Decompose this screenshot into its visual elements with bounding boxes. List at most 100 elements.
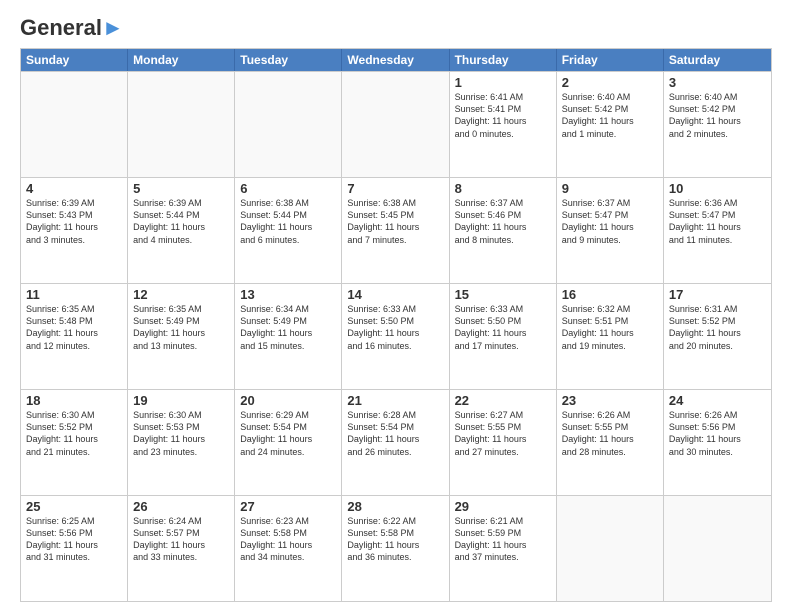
header-friday: Friday: [557, 49, 664, 71]
calendar-cell: [557, 496, 664, 601]
header-monday: Monday: [128, 49, 235, 71]
calendar-cell: 4Sunrise: 6:39 AM Sunset: 5:43 PM Daylig…: [21, 178, 128, 283]
calendar: SundayMondayTuesdayWednesdayThursdayFrid…: [20, 48, 772, 602]
calendar-cell: 18Sunrise: 6:30 AM Sunset: 5:52 PM Dayli…: [21, 390, 128, 495]
calendar-cell: 10Sunrise: 6:36 AM Sunset: 5:47 PM Dayli…: [664, 178, 771, 283]
cell-day-number: 20: [240, 393, 336, 408]
calendar-cell: 29Sunrise: 6:21 AM Sunset: 5:59 PM Dayli…: [450, 496, 557, 601]
cell-day-number: 3: [669, 75, 766, 90]
calendar-cell: 8Sunrise: 6:37 AM Sunset: 5:46 PM Daylig…: [450, 178, 557, 283]
cell-info: Sunrise: 6:29 AM Sunset: 5:54 PM Dayligh…: [240, 409, 336, 458]
cell-info: Sunrise: 6:28 AM Sunset: 5:54 PM Dayligh…: [347, 409, 443, 458]
cell-day-number: 23: [562, 393, 658, 408]
calendar-cell: [342, 72, 449, 177]
calendar-cell: 12Sunrise: 6:35 AM Sunset: 5:49 PM Dayli…: [128, 284, 235, 389]
cell-day-number: 15: [455, 287, 551, 302]
cell-info: Sunrise: 6:30 AM Sunset: 5:52 PM Dayligh…: [26, 409, 122, 458]
calendar-body: 1Sunrise: 6:41 AM Sunset: 5:41 PM Daylig…: [21, 71, 771, 601]
calendar-cell: 22Sunrise: 6:27 AM Sunset: 5:55 PM Dayli…: [450, 390, 557, 495]
calendar-cell: 5Sunrise: 6:39 AM Sunset: 5:44 PM Daylig…: [128, 178, 235, 283]
cell-day-number: 25: [26, 499, 122, 514]
cell-day-number: 22: [455, 393, 551, 408]
cell-info: Sunrise: 6:37 AM Sunset: 5:47 PM Dayligh…: [562, 197, 658, 246]
calendar-header: SundayMondayTuesdayWednesdayThursdayFrid…: [21, 49, 771, 71]
cell-day-number: 16: [562, 287, 658, 302]
cell-day-number: 21: [347, 393, 443, 408]
cell-day-number: 10: [669, 181, 766, 196]
calendar-cell: [21, 72, 128, 177]
cell-info: Sunrise: 6:21 AM Sunset: 5:59 PM Dayligh…: [455, 515, 551, 564]
cell-info: Sunrise: 6:40 AM Sunset: 5:42 PM Dayligh…: [669, 91, 766, 140]
logo: General►: [20, 16, 124, 40]
calendar-row-1: 4Sunrise: 6:39 AM Sunset: 5:43 PM Daylig…: [21, 177, 771, 283]
cell-day-number: 8: [455, 181, 551, 196]
cell-info: Sunrise: 6:33 AM Sunset: 5:50 PM Dayligh…: [347, 303, 443, 352]
cell-day-number: 28: [347, 499, 443, 514]
cell-info: Sunrise: 6:26 AM Sunset: 5:55 PM Dayligh…: [562, 409, 658, 458]
cell-info: Sunrise: 6:33 AM Sunset: 5:50 PM Dayligh…: [455, 303, 551, 352]
cell-info: Sunrise: 6:38 AM Sunset: 5:44 PM Dayligh…: [240, 197, 336, 246]
cell-day-number: 7: [347, 181, 443, 196]
header-sunday: Sunday: [21, 49, 128, 71]
cell-info: Sunrise: 6:35 AM Sunset: 5:49 PM Dayligh…: [133, 303, 229, 352]
calendar-row-4: 25Sunrise: 6:25 AM Sunset: 5:56 PM Dayli…: [21, 495, 771, 601]
cell-day-number: 12: [133, 287, 229, 302]
header-wednesday: Wednesday: [342, 49, 449, 71]
calendar-cell: 24Sunrise: 6:26 AM Sunset: 5:56 PM Dayli…: [664, 390, 771, 495]
header: General►: [20, 16, 772, 40]
cell-info: Sunrise: 6:25 AM Sunset: 5:56 PM Dayligh…: [26, 515, 122, 564]
cell-day-number: 19: [133, 393, 229, 408]
cell-info: Sunrise: 6:27 AM Sunset: 5:55 PM Dayligh…: [455, 409, 551, 458]
page: General► SundayMondayTuesdayWednesdayThu…: [0, 0, 792, 612]
logo-text: General►: [20, 16, 124, 40]
calendar-cell: 15Sunrise: 6:33 AM Sunset: 5:50 PM Dayli…: [450, 284, 557, 389]
calendar-row-2: 11Sunrise: 6:35 AM Sunset: 5:48 PM Dayli…: [21, 283, 771, 389]
cell-day-number: 18: [26, 393, 122, 408]
cell-info: Sunrise: 6:35 AM Sunset: 5:48 PM Dayligh…: [26, 303, 122, 352]
calendar-cell: 3Sunrise: 6:40 AM Sunset: 5:42 PM Daylig…: [664, 72, 771, 177]
cell-info: Sunrise: 6:41 AM Sunset: 5:41 PM Dayligh…: [455, 91, 551, 140]
cell-day-number: 14: [347, 287, 443, 302]
cell-info: Sunrise: 6:31 AM Sunset: 5:52 PM Dayligh…: [669, 303, 766, 352]
calendar-cell: 17Sunrise: 6:31 AM Sunset: 5:52 PM Dayli…: [664, 284, 771, 389]
cell-info: Sunrise: 6:34 AM Sunset: 5:49 PM Dayligh…: [240, 303, 336, 352]
cell-day-number: 6: [240, 181, 336, 196]
calendar-cell: 20Sunrise: 6:29 AM Sunset: 5:54 PM Dayli…: [235, 390, 342, 495]
calendar-row-3: 18Sunrise: 6:30 AM Sunset: 5:52 PM Dayli…: [21, 389, 771, 495]
calendar-cell: [664, 496, 771, 601]
cell-info: Sunrise: 6:37 AM Sunset: 5:46 PM Dayligh…: [455, 197, 551, 246]
calendar-cell: 11Sunrise: 6:35 AM Sunset: 5:48 PM Dayli…: [21, 284, 128, 389]
cell-day-number: 4: [26, 181, 122, 196]
calendar-cell: 21Sunrise: 6:28 AM Sunset: 5:54 PM Dayli…: [342, 390, 449, 495]
cell-info: Sunrise: 6:24 AM Sunset: 5:57 PM Dayligh…: [133, 515, 229, 564]
calendar-cell: 26Sunrise: 6:24 AM Sunset: 5:57 PM Dayli…: [128, 496, 235, 601]
header-saturday: Saturday: [664, 49, 771, 71]
calendar-cell: 28Sunrise: 6:22 AM Sunset: 5:58 PM Dayli…: [342, 496, 449, 601]
cell-info: Sunrise: 6:39 AM Sunset: 5:43 PM Dayligh…: [26, 197, 122, 246]
cell-day-number: 29: [455, 499, 551, 514]
calendar-cell: 2Sunrise: 6:40 AM Sunset: 5:42 PM Daylig…: [557, 72, 664, 177]
cell-day-number: 27: [240, 499, 336, 514]
cell-day-number: 9: [562, 181, 658, 196]
cell-info: Sunrise: 6:30 AM Sunset: 5:53 PM Dayligh…: [133, 409, 229, 458]
cell-day-number: 13: [240, 287, 336, 302]
calendar-cell: 25Sunrise: 6:25 AM Sunset: 5:56 PM Dayli…: [21, 496, 128, 601]
cell-day-number: 5: [133, 181, 229, 196]
calendar-cell: 9Sunrise: 6:37 AM Sunset: 5:47 PM Daylig…: [557, 178, 664, 283]
calendar-cell: 1Sunrise: 6:41 AM Sunset: 5:41 PM Daylig…: [450, 72, 557, 177]
cell-day-number: 24: [669, 393, 766, 408]
cell-info: Sunrise: 6:40 AM Sunset: 5:42 PM Dayligh…: [562, 91, 658, 140]
cell-day-number: 1: [455, 75, 551, 90]
cell-info: Sunrise: 6:39 AM Sunset: 5:44 PM Dayligh…: [133, 197, 229, 246]
cell-info: Sunrise: 6:36 AM Sunset: 5:47 PM Dayligh…: [669, 197, 766, 246]
cell-info: Sunrise: 6:23 AM Sunset: 5:58 PM Dayligh…: [240, 515, 336, 564]
cell-day-number: 2: [562, 75, 658, 90]
calendar-cell: 14Sunrise: 6:33 AM Sunset: 5:50 PM Dayli…: [342, 284, 449, 389]
calendar-cell: 7Sunrise: 6:38 AM Sunset: 5:45 PM Daylig…: [342, 178, 449, 283]
calendar-cell: 27Sunrise: 6:23 AM Sunset: 5:58 PM Dayli…: [235, 496, 342, 601]
calendar-cell: [128, 72, 235, 177]
cell-day-number: 11: [26, 287, 122, 302]
cell-day-number: 26: [133, 499, 229, 514]
cell-info: Sunrise: 6:32 AM Sunset: 5:51 PM Dayligh…: [562, 303, 658, 352]
cell-info: Sunrise: 6:38 AM Sunset: 5:45 PM Dayligh…: [347, 197, 443, 246]
